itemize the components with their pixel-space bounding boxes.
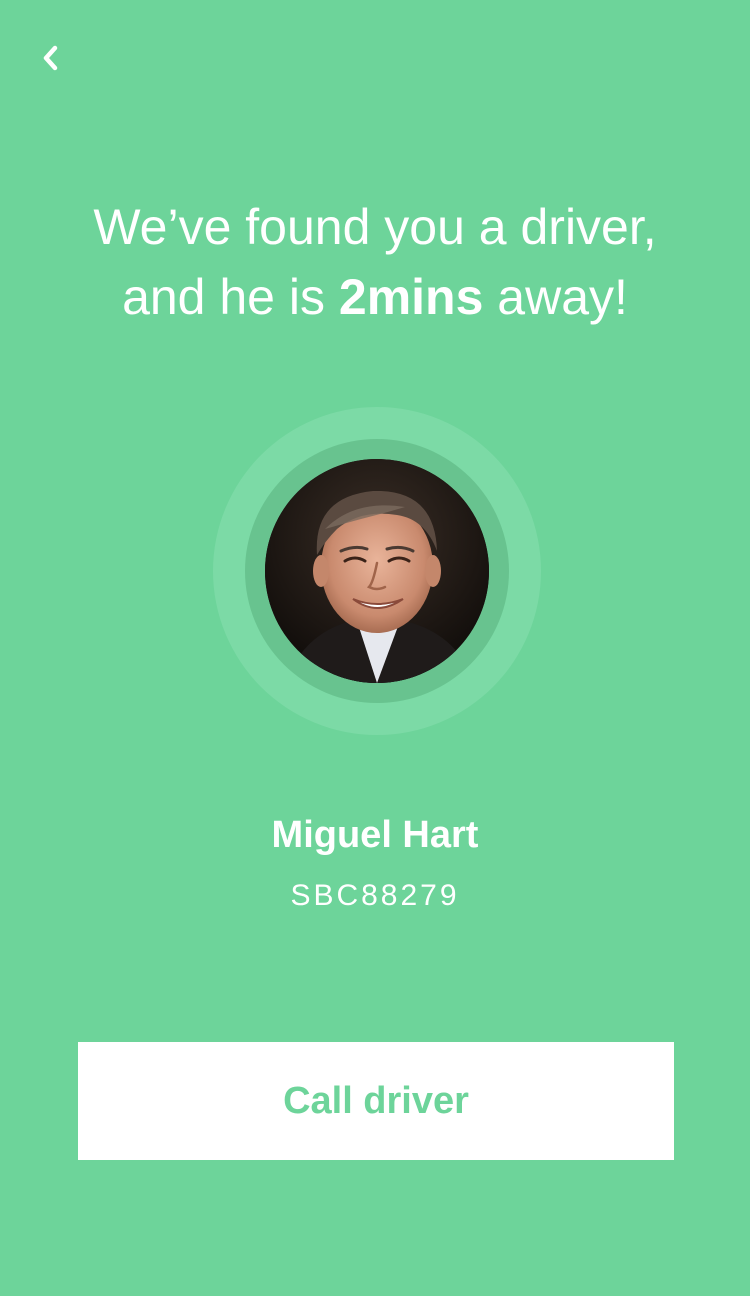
driver-name: Miguel Hart <box>271 814 479 856</box>
headline-prefix: and he is <box>122 269 339 325</box>
eta-value: 2mins <box>338 269 484 325</box>
headline-line-1: We’ve found you a driver, <box>93 199 657 255</box>
chevron-left-icon <box>39 43 61 78</box>
headline-suffix: away! <box>483 269 628 325</box>
call-driver-label: Call driver <box>283 1079 469 1122</box>
headline-line-2: and he is 2mins away! <box>0 262 750 332</box>
headline: We’ve found you a driver, and he is 2min… <box>0 192 750 332</box>
driver-avatar <box>265 459 489 683</box>
back-button[interactable] <box>28 38 72 82</box>
license-plate: SBC88279 <box>290 879 460 912</box>
driver-photo <box>265 459 489 683</box>
call-driver-button[interactable]: Call driver <box>78 1042 674 1160</box>
